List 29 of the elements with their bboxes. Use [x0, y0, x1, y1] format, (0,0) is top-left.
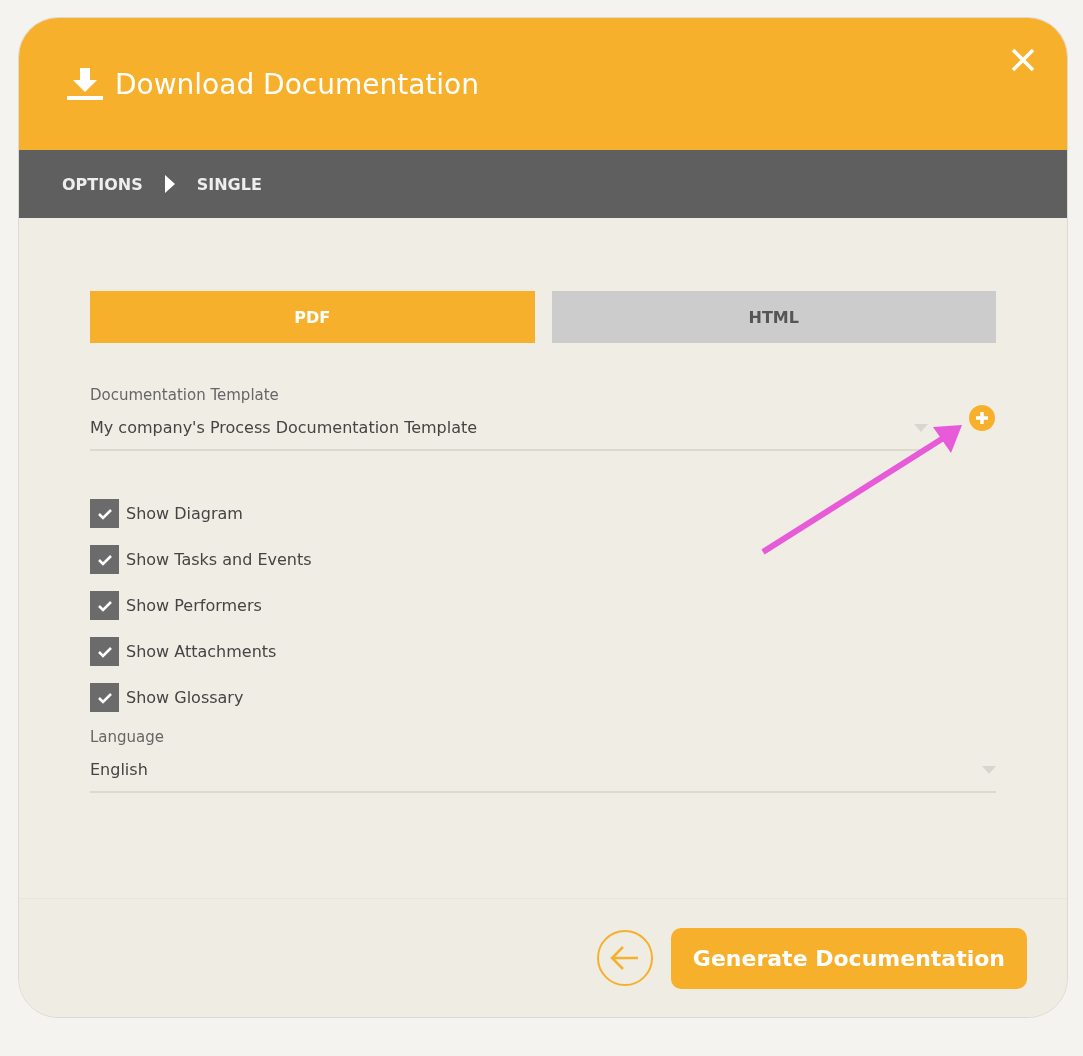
caret-icon [914, 423, 928, 432]
template-dropdown[interactable]: My company's Process Documentation Template [90, 404, 928, 451]
check-icon [96, 691, 113, 704]
field-label: Documentation Template [90, 386, 280, 404]
breadcrumb-item: OPTIONS [62, 174, 143, 194]
check-icon [96, 553, 113, 566]
close-icon [1009, 46, 1037, 74]
checkbox[interactable] [90, 545, 119, 574]
checkbox[interactable] [90, 683, 119, 712]
checkbox[interactable] [90, 499, 119, 528]
caret-icon [982, 765, 996, 774]
dialog-title: Download Documentation [115, 67, 479, 101]
chevron-right-icon [164, 175, 175, 193]
checkbox-label: Show Attachments [126, 642, 277, 661]
checkbox[interactable] [90, 637, 119, 666]
check-icon [96, 645, 113, 658]
checkbox-label: Show Tasks and Events [126, 550, 312, 569]
checkbox-label: Show Diagram [126, 504, 243, 523]
language-dropdown[interactable]: English [90, 746, 996, 793]
checkbox-label: Show Glossary [126, 688, 244, 707]
breadcrumb-item: SINGLE [196, 174, 262, 194]
format-tab[interactable]: HTML [551, 291, 996, 343]
field-label: Language [90, 728, 166, 746]
check-icon [96, 599, 113, 612]
check-icon [96, 507, 113, 520]
arrow-left-icon [609, 945, 640, 971]
checkbox-label: Show Performers [126, 596, 262, 615]
download-icon [67, 68, 103, 100]
checkbox[interactable] [90, 591, 119, 620]
